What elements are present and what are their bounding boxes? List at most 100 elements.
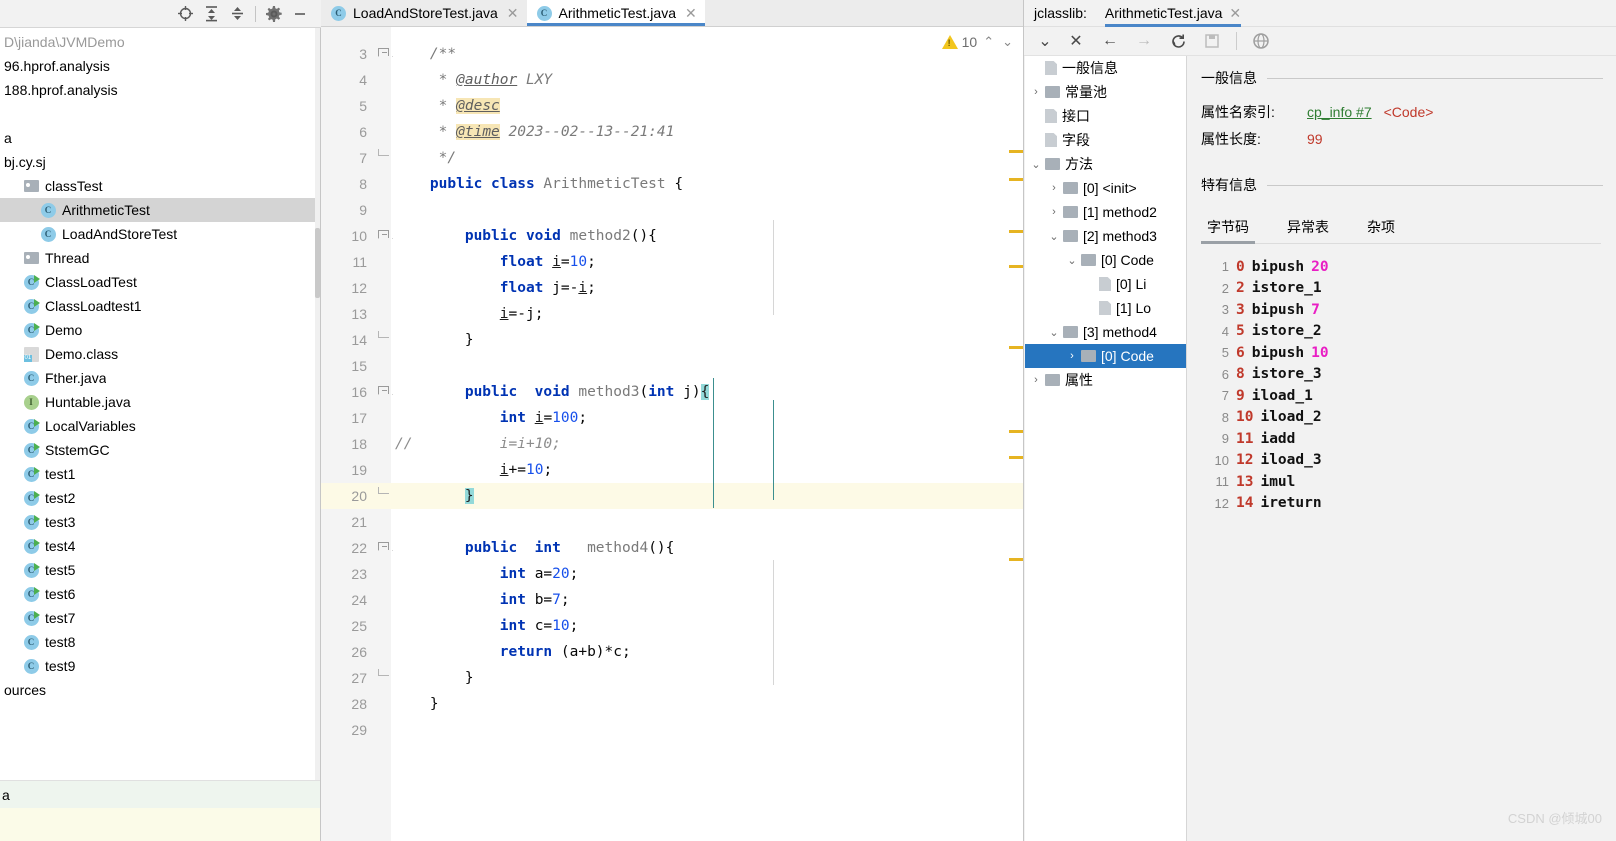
bytecode-line[interactable]: 1 0 bipush 20 [1201, 256, 1616, 278]
expand-arrow-icon[interactable]: › [1045, 182, 1063, 194]
jclasslib-tree-row[interactable]: [1] Lo [1025, 296, 1186, 320]
project-tree-row[interactable] [0, 102, 320, 126]
fold-gutter-cell[interactable] [373, 561, 395, 587]
editor-marker-bar[interactable] [1009, 27, 1023, 841]
project-tree-row[interactable]: Ctest2 [0, 486, 320, 510]
project-tree-row[interactable]: C LocalVariables [0, 414, 320, 438]
bytecode-subtab[interactable]: 异常表 [1281, 213, 1335, 243]
fold-gutter-cell[interactable] [373, 41, 395, 67]
fold-gutter-cell[interactable] [373, 535, 395, 561]
bytecode-opcode[interactable]: istore_3 [1252, 366, 1322, 382]
project-tree-row[interactable]: D\jianda\JVMDemo [0, 30, 320, 54]
project-tree-row[interactable]: Ctest1 [0, 462, 320, 486]
bytecode-line[interactable]: 9 11 iadd [1201, 428, 1616, 450]
jclasslib-tree-row[interactable]: › 常量池 [1025, 80, 1186, 104]
fold-gutter-cell[interactable] [373, 483, 395, 509]
code-line[interactable]: 13 i=-j; [321, 301, 1023, 327]
jclasslib-tab-arithmetictest[interactable]: ArithmeticTest.java ✕ [1104, 0, 1242, 27]
bytecode-opcode[interactable]: imul [1260, 474, 1295, 490]
code-line[interactable]: 10 public void method2(){ [321, 223, 1023, 249]
save-icon[interactable] [1196, 29, 1228, 53]
code-line[interactable]: 14 } [321, 327, 1023, 353]
fold-gutter-cell[interactable] [373, 223, 395, 249]
jclasslib-tree-row[interactable]: 一般信息 [1025, 56, 1186, 80]
bytecode-line[interactable]: 2 2 istore_1 [1201, 278, 1616, 300]
project-tree-row[interactable]: Ctest7 [0, 606, 320, 630]
jclasslib-tree-row[interactable]: › 属性 [1025, 368, 1186, 392]
bytecode-line[interactable]: 5 6 bipush 10 [1201, 342, 1616, 364]
project-tree-row[interactable]: C Fther.java [0, 366, 320, 390]
editor-tab[interactable]: C ArithmeticTest.java ✕ [526, 0, 705, 26]
expand-arrow-icon[interactable]: ⌄ [1045, 230, 1063, 243]
warning-marker[interactable] [1009, 230, 1023, 233]
close-icon[interactable]: ✕ [507, 5, 519, 22]
project-tree-row[interactable]: Ctest8 [0, 630, 320, 654]
bytecode-opcode[interactable]: iload_2 [1260, 409, 1321, 425]
project-tree-row[interactable]: Demo.class [0, 342, 320, 366]
fold-gutter-cell[interactable] [373, 717, 395, 743]
code-line[interactable]: 29 [321, 717, 1023, 743]
fold-gutter-cell[interactable] [373, 691, 395, 717]
bytecode-opcode[interactable]: ireturn [1260, 495, 1321, 511]
settings-gear-icon[interactable] [261, 3, 287, 25]
project-tree-row[interactable]: ources [0, 678, 320, 702]
fold-gutter-cell[interactable] [373, 119, 395, 145]
refresh-icon[interactable] [1162, 29, 1194, 53]
collapse-all-icon[interactable] [224, 3, 250, 25]
project-tree-row[interactable]: C ArithmeticTest [0, 198, 320, 222]
bytecode-line[interactable]: 3 3 bipush 7 [1201, 299, 1616, 321]
fold-gutter-cell[interactable] [373, 301, 395, 327]
code-line[interactable]: 4 * @author LXY [321, 67, 1023, 93]
code-line[interactable]: 11 float i=10; [321, 249, 1023, 275]
project-tree-row[interactable]: I Huntable.java [0, 390, 320, 414]
project-tree-row[interactable]: Ctest5 [0, 558, 320, 582]
code-line[interactable]: 22 public int method4(){ [321, 535, 1023, 561]
fold-gutter-cell[interactable] [373, 613, 395, 639]
bytecode-opcode[interactable]: iadd [1260, 431, 1295, 447]
project-tree-row[interactable]: C Demo [0, 318, 320, 342]
cp-info-link[interactable]: cp_info #7 [1307, 104, 1372, 120]
fold-collapse-icon[interactable] [378, 48, 389, 56]
bytecode-line[interactable]: 12 14 ireturn [1201, 493, 1616, 515]
fold-gutter-cell[interactable] [373, 249, 395, 275]
jclasslib-tree-row[interactable]: › [1] method2 [1025, 200, 1186, 224]
jclasslib-tree-row[interactable]: › [0] Code [1025, 344, 1186, 368]
code-line[interactable]: 25 int c=10; [321, 613, 1023, 639]
jclasslib-tree-row[interactable]: 接口 [1025, 104, 1186, 128]
fold-end-icon[interactable] [378, 149, 389, 156]
code-editor[interactable]: 3 /** 4 * @author LXY 5 * @desc 6 * @time 2… [321, 27, 1023, 841]
fold-collapse-icon[interactable] [378, 386, 389, 394]
fold-gutter-cell[interactable] [373, 275, 395, 301]
bytecode-listing[interactable]: 1 0 bipush 20 2 2 istore_1 3 3 bipush 7 4 5 istore_2 5… [1201, 256, 1616, 514]
back-arrow-icon[interactable]: ← [1094, 29, 1126, 53]
project-tree-row[interactable]: C LoadAndStoreTest [0, 222, 320, 246]
close-icon[interactable]: ✕ [1060, 29, 1092, 53]
fold-gutter-cell[interactable] [373, 509, 395, 535]
bytecode-line[interactable]: 11 13 imul [1201, 471, 1616, 493]
warning-marker[interactable] [1009, 265, 1023, 268]
fold-gutter-cell[interactable] [373, 431, 395, 457]
warning-marker[interactable] [1009, 150, 1023, 153]
project-tree-row[interactable]: Ctest9 [0, 654, 320, 678]
fold-gutter-cell[interactable] [373, 145, 395, 171]
locate-target-icon[interactable] [172, 3, 198, 25]
warning-marker[interactable] [1009, 346, 1023, 349]
expand-arrow-icon[interactable]: › [1063, 350, 1081, 362]
expand-arrow-icon[interactable]: ⌄ [1063, 254, 1081, 267]
fold-gutter-cell[interactable] [373, 405, 395, 431]
fold-gutter-cell[interactable] [373, 197, 395, 223]
next-problem-icon[interactable]: ⌄ [1000, 34, 1015, 50]
browse-web-icon[interactable] [1245, 29, 1277, 53]
code-line[interactable]: 6 * @time 2023--02--13--21:41 [321, 119, 1023, 145]
project-tree-row[interactable]: C ClassLoadTest [0, 270, 320, 294]
bytecode-opcode[interactable]: bipush [1252, 259, 1304, 275]
code-line[interactable]: 26 return (a+b)*c; [321, 639, 1023, 665]
fold-collapse-icon[interactable] [378, 230, 389, 238]
editor-tab[interactable]: C LoadAndStoreTest.java ✕ [321, 0, 527, 26]
expand-all-icon[interactable] [198, 3, 224, 25]
code-line[interactable]: 19 i+=10; [321, 457, 1023, 483]
bytecode-opcode[interactable]: bipush [1252, 302, 1304, 318]
bytecode-line[interactable]: 7 9 iload_1 [1201, 385, 1616, 407]
warning-marker[interactable] [1009, 178, 1023, 181]
code-line[interactable]: 28 } [321, 691, 1023, 717]
